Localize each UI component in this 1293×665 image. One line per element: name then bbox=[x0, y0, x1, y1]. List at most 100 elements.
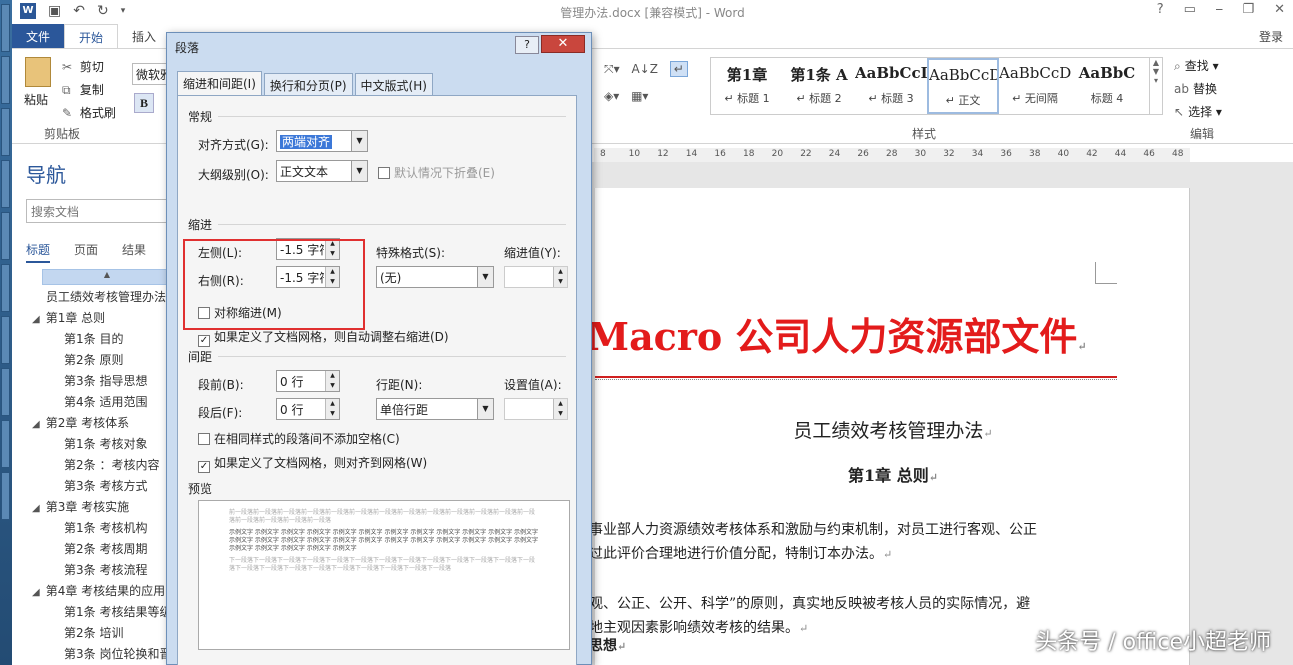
tab-insert[interactable]: 插入 bbox=[118, 24, 170, 48]
no-space-label: 在相同样式的段落间不添加空格(C) bbox=[214, 432, 400, 446]
mirror-indents-checkbox[interactable]: 对称缩进(M) bbox=[198, 304, 282, 321]
format-painter-label: 格式刷 bbox=[79, 106, 116, 120]
nav-item-label: 第3条 考核方式 bbox=[64, 479, 148, 493]
collapse-triangle-icon[interactable]: ◢ bbox=[32, 419, 40, 430]
ruler-tick-label: 20 bbox=[771, 149, 784, 159]
line-spacing-select[interactable]: 单倍行距 ▼ bbox=[376, 398, 494, 420]
nav-item[interactable]: 第1条 考核对象 bbox=[12, 434, 172, 455]
spinner-arrows-icon[interactable]: ▲ ▼ bbox=[325, 371, 339, 391]
style-sample: AaBbCcDd bbox=[999, 64, 1071, 82]
collapse-default-checkbox[interactable]: 默认情况下折叠(E) bbox=[378, 164, 495, 181]
nav-item[interactable]: 第2条 考核周期 bbox=[12, 539, 172, 560]
borders-icon[interactable]: ▦▾ bbox=[631, 89, 648, 103]
style-heading4[interactable]: AaBbC 标题 4 bbox=[1071, 58, 1143, 114]
find-button[interactable]: ⌕ 查找 ▾ bbox=[1174, 55, 1274, 78]
spinner-arrows-icon[interactable]: ▲ ▼ bbox=[553, 267, 567, 287]
sign-in-link[interactable]: 登录 bbox=[1259, 28, 1283, 45]
nav-search-input[interactable]: 搜索文档 bbox=[26, 199, 172, 223]
nav-item[interactable]: ◢ 第3章 考核实施 bbox=[12, 497, 172, 518]
style-heading3[interactable]: AaBbCcI ↵ 标题 3 bbox=[855, 58, 927, 114]
nav-item[interactable]: ◢ 第4章 考核结果的应用 bbox=[12, 581, 172, 602]
document-page[interactable]: Macro 公司人力资源部文件↵ 员工绩效考核管理办法↵ 第1章 总则↵ 事业部… bbox=[587, 188, 1190, 665]
style-normal[interactable]: AaBbCcDd ↵ 正文 bbox=[927, 58, 999, 114]
restore-button[interactable]: ❐ bbox=[1242, 2, 1254, 17]
no-space-same-style-checkbox[interactable]: 在相同样式的段落间不添加空格(C) bbox=[198, 430, 400, 447]
copy-button[interactable]: ⧉ 复制 bbox=[62, 80, 132, 103]
navigation-pane: 导航 搜索文档 标题 页面 结果 ▲ 员工绩效考核管理办法 ◢ 第1章 总则 第1条 … bbox=[12, 145, 172, 665]
nav-item[interactable]: 第2条 原则 bbox=[12, 350, 172, 371]
nav-tab-headings[interactable]: 标题 bbox=[26, 241, 51, 263]
dialog-help-button[interactable]: ? bbox=[515, 36, 539, 54]
chinese-layout-icon[interactable]: ⤧▾ bbox=[604, 62, 620, 77]
nav-item-label: 员工绩效考核管理办法 bbox=[46, 290, 167, 304]
nav-item[interactable]: ◢ 第1章 总则 bbox=[12, 308, 172, 329]
nav-item-label: 第2章 考核体系 bbox=[45, 416, 130, 430]
close-button[interactable]: ✕ bbox=[1274, 2, 1285, 17]
spacing-at-spinner[interactable]: ▲ ▼ bbox=[504, 398, 568, 420]
chevron-down-icon: ▼ bbox=[351, 131, 367, 151]
space-before-label: 段前(B): bbox=[198, 378, 244, 392]
nav-tab-results[interactable]: 结果 bbox=[122, 241, 146, 263]
special-indent-select[interactable]: (无) ▼ bbox=[376, 266, 494, 288]
nav-item[interactable]: 第3条 考核方式 bbox=[12, 476, 172, 497]
space-after-spinner[interactable]: 0 行 ▲ ▼ bbox=[276, 398, 340, 420]
style-no-spacing[interactable]: AaBbCcDd ↵ 无间隔 bbox=[999, 58, 1071, 114]
spinner-arrows-icon[interactable]: ▲ ▼ bbox=[325, 399, 339, 419]
auto-adjust-indent-checkbox[interactable]: ✓ 如果定义了文档网格，则自动调整右缩进(D) bbox=[198, 328, 449, 347]
tab-home[interactable]: 开始 bbox=[64, 24, 119, 48]
styles-scroll[interactable]: ▲ ▼ ▾ bbox=[1149, 57, 1163, 115]
show-marks-icon[interactable]: ↵ bbox=[669, 61, 688, 77]
sort-icon[interactable]: A↓Z bbox=[631, 62, 657, 76]
nav-item[interactable]: ◢ 第2章 考核体系 bbox=[12, 413, 172, 434]
font-name-combo[interactable]: 微软雅 bbox=[132, 63, 170, 85]
nav-item[interactable]: 第1条 目的 bbox=[12, 329, 172, 350]
nav-item[interactable]: 员工绩效考核管理办法 bbox=[12, 287, 172, 308]
nav-item[interactable]: 第2条 ：考核内容 bbox=[12, 455, 172, 476]
space-before-spinner[interactable]: 0 行 ▲ ▼ bbox=[276, 370, 340, 392]
collapse-triangle-icon[interactable]: ◢ bbox=[32, 503, 40, 514]
style-heading2[interactable]: 第1条 A ↵ 标题 2 bbox=[783, 58, 855, 114]
minimize-button[interactable]: ⎯ bbox=[1216, 2, 1223, 17]
nav-item[interactable]: 第3条 考核流程 bbox=[12, 560, 172, 581]
editing-group-label: 编辑 bbox=[1190, 127, 1215, 141]
tab-line-page-breaks[interactable]: 换行和分页(P) bbox=[263, 73, 353, 95]
tab-asian-typography[interactable]: 中文版式(H) bbox=[354, 73, 433, 95]
nav-item[interactable]: 第2条 培训 bbox=[12, 623, 172, 644]
replace-button[interactable]: ab 替换 bbox=[1174, 78, 1274, 101]
collapse-triangle-icon[interactable]: ◢ bbox=[32, 314, 40, 325]
outline-level-select[interactable]: 正文文本 ▼ bbox=[276, 160, 368, 182]
horizontal-ruler[interactable]: 8 10 12 14 16 18 20 22 24 26 28 30 32 34 36 38 40 42 44 46 4… bbox=[594, 148, 1190, 162]
bold-button[interactable]: B bbox=[134, 93, 154, 113]
indent-by-spinner[interactable]: ▲ ▼ bbox=[504, 266, 568, 288]
shading-icon[interactable]: ◈▾ bbox=[604, 89, 619, 103]
nav-collapse-bar[interactable]: ▲ bbox=[42, 269, 172, 285]
ruler-tick-label: 8 bbox=[600, 149, 606, 159]
cut-button[interactable]: ✂ 剪切 bbox=[62, 57, 132, 80]
nav-item[interactable]: 第1条 考核机构 bbox=[12, 518, 172, 539]
help-button[interactable]: ? bbox=[1157, 2, 1164, 17]
alignment-select[interactable]: 两端对齐 ▼ bbox=[276, 130, 368, 152]
paste-button[interactable]: 粘贴 bbox=[24, 57, 52, 107]
find-icon: ⌕ bbox=[1174, 59, 1181, 73]
snap-grid-label: 如果定义了文档网格，则对齐到网格(W) bbox=[214, 456, 428, 470]
style-heading1[interactable]: 第1章 ↵ 标题 1 bbox=[711, 58, 783, 114]
nav-item[interactable]: 第1条 考核结果等级 bbox=[12, 602, 172, 623]
paragraph-tools: ⤧▾ A↓Z ↵ ◈▾ ▦▾ bbox=[604, 61, 704, 103]
nav-item[interactable]: 第3条 指导思想 bbox=[12, 371, 172, 392]
nav-item[interactable]: 第4条 适用范围 bbox=[12, 392, 172, 413]
doc-title-text: 员工绩效考核管理办法 bbox=[793, 420, 984, 442]
tab-indents-spacing[interactable]: 缩进和间距(I) bbox=[177, 71, 262, 95]
nav-tab-pages[interactable]: 页面 bbox=[74, 241, 98, 263]
collapse-triangle-icon[interactable]: ◢ bbox=[32, 587, 40, 598]
spinner-arrows-icon[interactable]: ▲ ▼ bbox=[553, 399, 567, 419]
format-painter-button[interactable]: ✎ 格式刷 bbox=[62, 103, 132, 126]
ribbon-display-icon[interactable]: ▭ bbox=[1184, 2, 1196, 17]
ruler-tick-label: 28 bbox=[886, 149, 898, 159]
nav-item[interactable]: 第3条 岗位轮换和晋 bbox=[12, 644, 172, 665]
select-button[interactable]: ↖ 选择 ▾ bbox=[1174, 101, 1274, 124]
tab-file[interactable]: 文件 bbox=[12, 24, 65, 48]
dialog-close-button[interactable]: ✕ bbox=[541, 35, 585, 53]
nav-item-label: 第3条 考核流程 bbox=[64, 563, 148, 577]
brush-icon: ✎ bbox=[62, 106, 73, 120]
snap-to-grid-checkbox[interactable]: ✓ 如果定义了文档网格，则对齐到网格(W) bbox=[198, 454, 427, 473]
